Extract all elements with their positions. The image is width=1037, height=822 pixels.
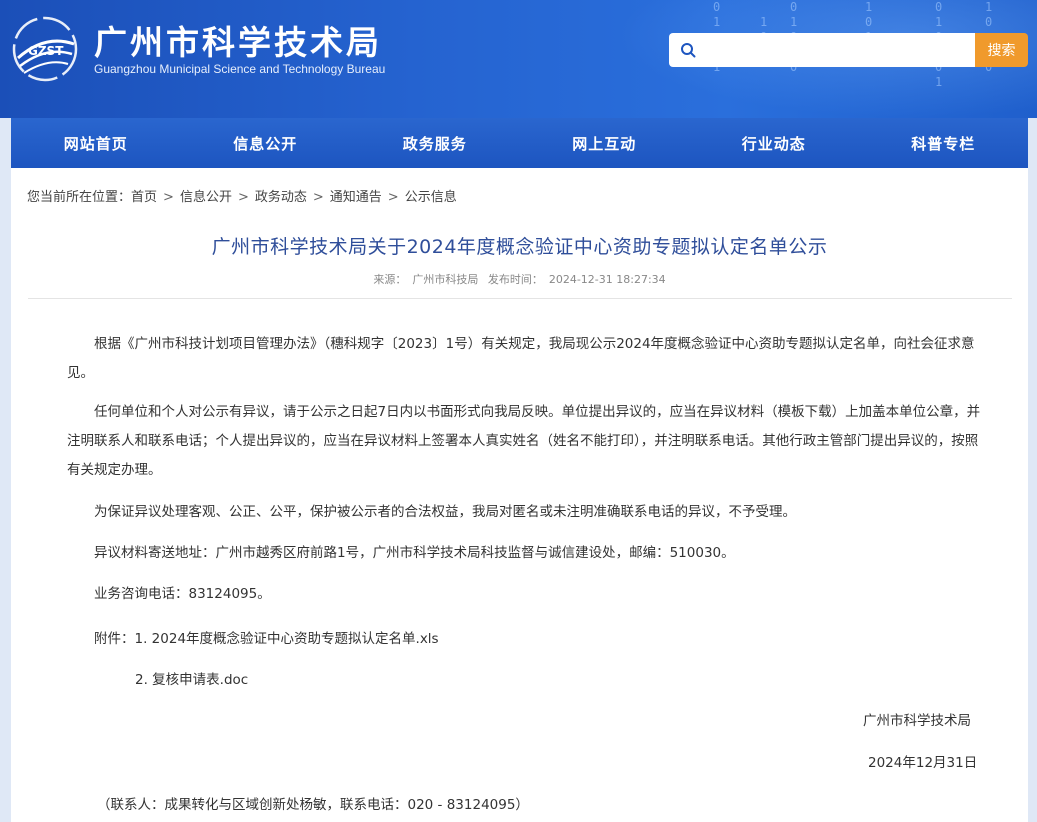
gzst-logo-icon: GZST — [12, 16, 78, 82]
breadcrumb-separator: > — [237, 190, 249, 205]
nav-item-science-popularization[interactable]: 科普专栏 — [859, 118, 1029, 168]
attachment-link[interactable]: 2. 复核申请表.doc — [135, 672, 248, 688]
search-input[interactable] — [703, 33, 971, 67]
site-title: 广州市科学技术局 — [94, 23, 382, 62]
site-subtitle: Guangzhou Municipal Science and Technolo… — [94, 62, 386, 76]
breadcrumb: 您当前所在位置：首页 > 信息公开 > 政务动态 > 通知通告 > 公示信息 — [27, 186, 457, 205]
source-value: 广州市科技局 — [412, 273, 479, 286]
paragraph: 业务咨询电话：83124095。 — [94, 586, 271, 602]
article-meta: 来源： 广州市科技局 发布时间： 2024-12-31 18:27:34 — [11, 271, 1028, 287]
contact-info: （联系人：成果转化与区域创新处杨敏，联系电话：020 - 83124095） — [97, 797, 529, 813]
content-panel: 您当前所在位置：首页 > 信息公开 > 政务动态 > 通知通告 > 公示信息 广州市科学技术局关… — [11, 168, 1028, 822]
breadcrumb-separator: > — [312, 190, 324, 205]
breadcrumb-item-public-info[interactable]: 公示信息 — [405, 190, 457, 205]
main-nav: 网站首页 信息公开 政务服务 网上互动 行业动态 科普专栏 — [11, 118, 1028, 168]
attachments-row: 2. 复核申请表.doc — [135, 668, 248, 688]
nav-item-industry-news[interactable]: 行业动态 — [689, 118, 859, 168]
breadcrumb-item-home[interactable]: 首页 — [131, 190, 157, 205]
signature-date: 2024年12月31日 — [868, 755, 978, 771]
signature: 广州市科学技术局 — [863, 713, 971, 729]
time-value: 2024-12-31 18:27:34 — [548, 273, 666, 286]
paragraph: 异议材料寄送地址：广州市越秀区府前路1号，广州市科学技术局科技监督与诚信建设处，… — [94, 545, 735, 561]
paragraph: 任何单位和个人对公示有异议，请于公示之日起7日内以书面形式向我局反映。单位提出异… — [67, 404, 981, 478]
nav-item-online-interaction[interactable]: 网上互动 — [520, 118, 690, 168]
nav-item-info-disclosure[interactable]: 信息公开 — [181, 118, 351, 168]
search-box — [669, 33, 975, 67]
paragraph: 为保证异议处理客观、公正、公平，保护被公示者的合法权益，我局对匿名或未注明准确联… — [94, 504, 796, 520]
paragraph: 根据《广州市科技计划项目管理办法》（穗科规字〔2023〕1号）有关规定，我局现公… — [67, 336, 975, 381]
breadcrumb-item-info-disclosure[interactable]: 信息公开 — [180, 190, 232, 205]
search-icon — [681, 43, 696, 58]
attachment-link[interactable]: 1. 2024年度概念验证中心资助专题拟认定名单.xls — [135, 631, 439, 647]
source-label: 来源： — [373, 273, 407, 286]
search-button[interactable]: 搜索 — [975, 33, 1028, 67]
time-label: 发布时间： — [487, 273, 543, 286]
nav-item-gov-services[interactable]: 政务服务 — [350, 118, 520, 168]
breadcrumb-separator: > — [163, 190, 174, 205]
logo-text: GZST — [28, 44, 64, 58]
breadcrumb-item-gov-news[interactable]: 政务动态 — [255, 190, 307, 205]
breadcrumb-separator: > — [387, 190, 399, 205]
breadcrumb-prefix: 您当前所在位置： — [27, 190, 132, 205]
article-title: 广州市科学技术局关于2024年度概念验证中心资助专题拟认定名单公示 — [211, 236, 828, 258]
header-banner: 0 1 0 1 1 0 1 0 1 0 1 0 1 0 1 0 0 1 0 1 … — [0, 0, 1037, 118]
attachments-row: 附件：1. 2024年度概念验证中心资助专题拟认定名单.xls — [94, 627, 439, 647]
nav-item-home[interactable]: 网站首页 — [11, 118, 181, 168]
breadcrumb-item-notices[interactable]: 通知通告 — [330, 190, 382, 205]
attachments-label: 附件： — [94, 631, 135, 647]
divider — [28, 298, 1012, 299]
